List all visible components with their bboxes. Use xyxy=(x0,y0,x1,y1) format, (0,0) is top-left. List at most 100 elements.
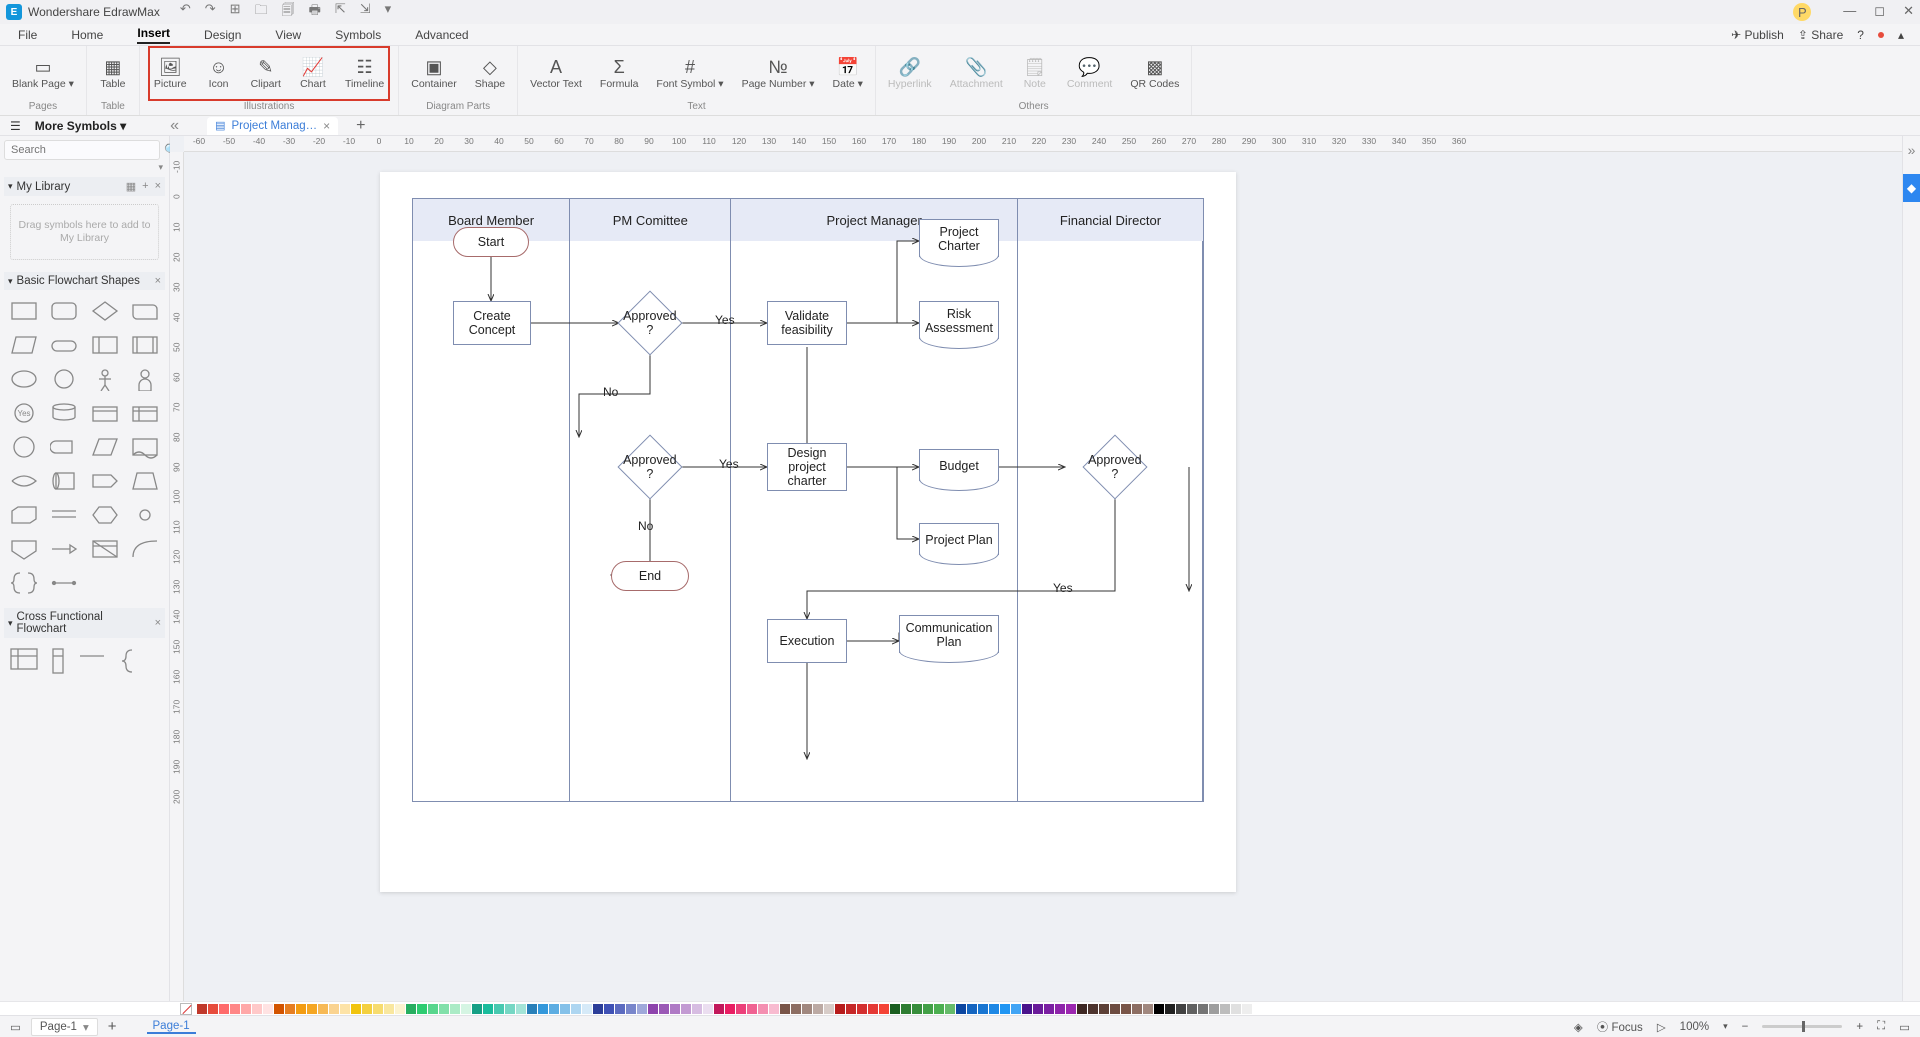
color-swatch[interactable] xyxy=(428,1004,438,1014)
color-swatch[interactable] xyxy=(296,1004,306,1014)
color-swatch[interactable] xyxy=(263,1004,273,1014)
color-swatch[interactable] xyxy=(758,1004,768,1014)
print-icon[interactable]: 🖶 xyxy=(309,1,321,23)
shape-stencil[interactable] xyxy=(48,502,80,528)
cross-functional-header[interactable]: ▾ Cross Functional Flowchart × xyxy=(4,608,165,638)
zoom-out-icon[interactable]: − xyxy=(1742,1021,1749,1033)
color-swatch[interactable] xyxy=(582,1004,592,1014)
color-swatch[interactable] xyxy=(879,1004,889,1014)
menu-symbols[interactable]: Symbols xyxy=(335,28,381,42)
color-swatch[interactable] xyxy=(1253,1004,1263,1014)
library-close-icon[interactable]: × xyxy=(155,180,161,193)
color-swatch[interactable] xyxy=(1033,1004,1043,1014)
menu-home[interactable]: Home xyxy=(71,28,103,42)
color-swatch[interactable] xyxy=(736,1004,746,1014)
color-swatch[interactable] xyxy=(406,1004,416,1014)
color-swatch[interactable] xyxy=(241,1004,251,1014)
color-swatch[interactable] xyxy=(835,1004,845,1014)
color-swatch[interactable] xyxy=(659,1004,669,1014)
open-icon[interactable]: 🗀 xyxy=(255,1,268,23)
color-swatch[interactable] xyxy=(1154,1004,1164,1014)
shape-stencil[interactable]: Yes xyxy=(8,400,40,426)
color-swatch[interactable] xyxy=(725,1004,735,1014)
shape-stencil[interactable] xyxy=(89,434,121,460)
menu-file[interactable]: File xyxy=(18,28,37,42)
shape-stencil[interactable] xyxy=(129,332,161,358)
page-nav-icon[interactable]: ▭ xyxy=(10,1020,21,1034)
chart-button[interactable]: 📈Chart xyxy=(295,55,331,92)
color-swatch[interactable] xyxy=(1044,1004,1054,1014)
publish-button[interactable]: ✈ Publish xyxy=(1731,28,1784,42)
menu-view[interactable]: View xyxy=(275,28,301,42)
color-swatch[interactable] xyxy=(923,1004,933,1014)
zoom-level[interactable]: 100% xyxy=(1680,1021,1709,1033)
color-swatch[interactable] xyxy=(791,1004,801,1014)
color-swatch[interactable] xyxy=(1220,1004,1230,1014)
color-swatch[interactable] xyxy=(472,1004,482,1014)
node-budget[interactable]: Budget xyxy=(919,449,999,481)
shape-stencil[interactable] xyxy=(89,502,121,528)
color-swatch[interactable] xyxy=(681,1004,691,1014)
shape-stencil[interactable] xyxy=(129,298,161,324)
help-icon[interactable]: ? xyxy=(1857,28,1864,42)
node-validate[interactable]: Validate feasibility xyxy=(767,301,847,345)
color-swatch[interactable] xyxy=(351,1004,361,1014)
shape-stencil[interactable] xyxy=(48,434,80,460)
shape-stencil[interactable] xyxy=(48,536,80,562)
focus-button[interactable]: ⦿ Focus xyxy=(1597,1019,1643,1035)
table-button[interactable]: ▦Table xyxy=(95,55,131,92)
node-plan[interactable]: Project Plan xyxy=(919,523,999,555)
shape-stencil[interactable] xyxy=(89,536,121,562)
color-swatch[interactable] xyxy=(967,1004,977,1014)
node-execution[interactable]: Execution xyxy=(767,619,847,663)
page-number-button[interactable]: №Page Number ▾ xyxy=(738,55,819,92)
page-tab[interactable]: Page-1 xyxy=(147,1020,196,1034)
shape-stencil[interactable] xyxy=(8,366,40,392)
color-swatch[interactable] xyxy=(1000,1004,1010,1014)
color-swatch[interactable] xyxy=(417,1004,427,1014)
color-swatch[interactable] xyxy=(934,1004,944,1014)
document-tab[interactable]: ▤ Project Manag… × xyxy=(207,117,338,135)
color-swatch[interactable] xyxy=(318,1004,328,1014)
swimlane-h-shape[interactable] xyxy=(10,648,38,670)
color-swatch[interactable] xyxy=(670,1004,680,1014)
color-swatch[interactable] xyxy=(1132,1004,1142,1014)
lane-header[interactable]: Financial Director xyxy=(1018,199,1203,241)
node-start[interactable]: Start xyxy=(453,227,529,257)
swimlane-diagram[interactable]: Board MemberPM ComitteeProject ManagerFi… xyxy=(412,198,1204,802)
export-icon[interactable]: ⇱ xyxy=(335,1,346,23)
color-swatch[interactable] xyxy=(769,1004,779,1014)
color-swatch[interactable] xyxy=(1077,1004,1087,1014)
icon-button[interactable]: ☺Icon xyxy=(201,55,237,92)
node-end[interactable]: End xyxy=(611,561,689,591)
swimlane-v-shape[interactable] xyxy=(52,648,64,674)
expand-right-panel-icon[interactable]: » xyxy=(1908,142,1916,158)
color-swatch[interactable] xyxy=(1187,1004,1197,1014)
close-icon[interactable]: ✕ xyxy=(1903,3,1914,21)
color-swatch[interactable] xyxy=(505,1004,515,1014)
library-dropzone[interactable]: Drag symbols here to add to My Library xyxy=(10,204,159,260)
container-button[interactable]: ▣Container xyxy=(407,55,461,92)
timeline-button[interactable]: ☷Timeline xyxy=(341,55,388,92)
shape-stencil[interactable] xyxy=(8,468,40,494)
color-swatch[interactable] xyxy=(846,1004,856,1014)
color-swatch[interactable] xyxy=(714,1004,724,1014)
color-swatch[interactable] xyxy=(329,1004,339,1014)
section-close-icon[interactable]: × xyxy=(155,275,161,287)
color-swatch[interactable] xyxy=(703,1004,713,1014)
color-swatch[interactable] xyxy=(901,1004,911,1014)
close-tab-icon[interactable]: × xyxy=(323,119,330,133)
color-swatch[interactable] xyxy=(1176,1004,1186,1014)
color-swatch[interactable] xyxy=(747,1004,757,1014)
search-input[interactable] xyxy=(4,140,160,160)
shape-button[interactable]: ◇Shape xyxy=(471,55,509,92)
menu-advanced[interactable]: Advanced xyxy=(415,28,468,42)
shape-stencil[interactable] xyxy=(8,570,40,596)
node-communication[interactable]: Communication Plan xyxy=(899,615,999,653)
font-symbol-button[interactable]: #Font Symbol ▾ xyxy=(652,55,727,92)
shape-stencil[interactable] xyxy=(8,298,40,324)
shape-stencil[interactable] xyxy=(129,400,161,426)
color-swatch[interactable] xyxy=(252,1004,262,1014)
color-swatch[interactable] xyxy=(912,1004,922,1014)
more-symbols-dropdown[interactable]: More Symbols ▾ xyxy=(35,119,126,133)
